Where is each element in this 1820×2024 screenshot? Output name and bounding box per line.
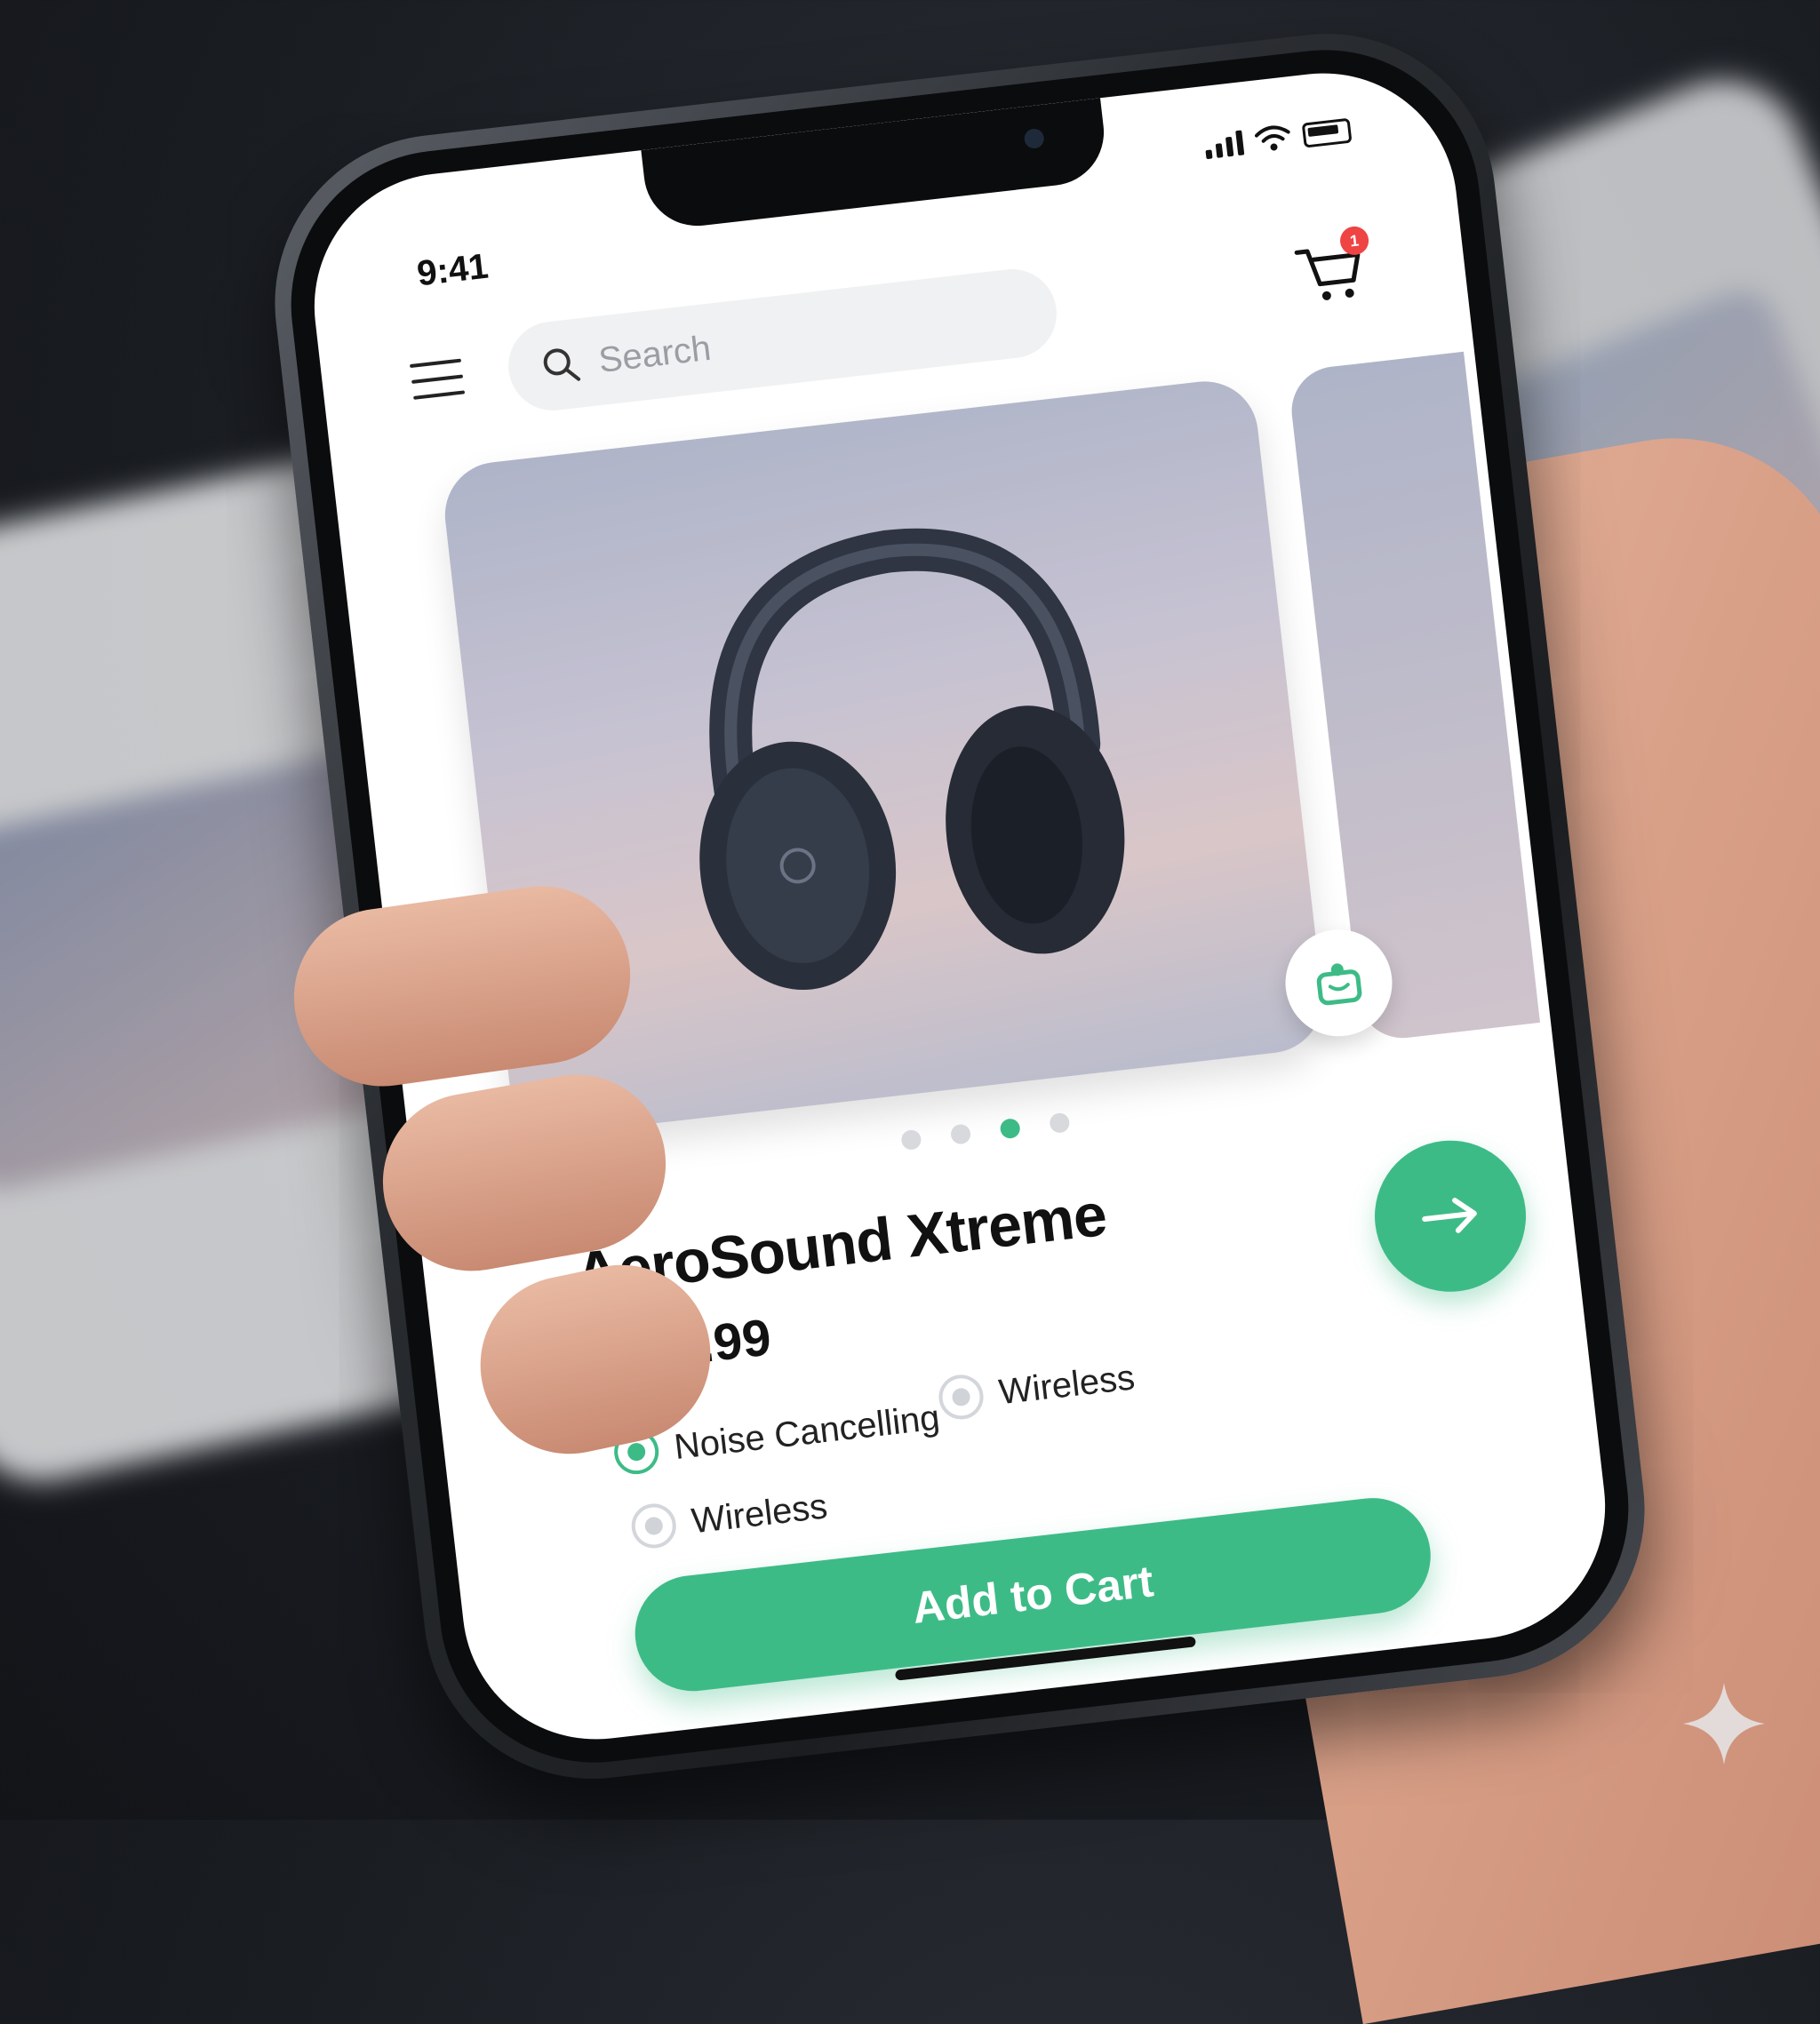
search-icon	[543, 348, 581, 381]
option-wireless[interactable]: Wireless	[936, 1355, 1138, 1422]
carousel-dot[interactable]	[900, 1128, 922, 1151]
bag-icon	[1316, 963, 1362, 1006]
search-input[interactable]: Search	[503, 264, 1062, 416]
status-icons	[1203, 116, 1353, 160]
option-wireless-2[interactable]: Wireless	[629, 1484, 830, 1551]
option-label: Wireless	[689, 1486, 830, 1541]
headphones-image	[699, 528, 1125, 991]
front-camera	[1023, 127, 1045, 150]
arrow-right-icon	[1422, 1198, 1477, 1233]
cart-button[interactable]: 1	[1292, 225, 1370, 308]
sparkle-icon	[1683, 1683, 1765, 1765]
radio-button[interactable]	[936, 1372, 986, 1422]
next-button[interactable]	[1366, 1132, 1535, 1300]
radio-button[interactable]	[629, 1501, 679, 1551]
carousel-dot[interactable]	[999, 1118, 1021, 1140]
menu-icon[interactable]	[409, 358, 466, 400]
option-label: Wireless	[996, 1357, 1138, 1412]
search-placeholder: Search	[596, 328, 714, 380]
carousel-dot[interactable]	[1049, 1112, 1071, 1135]
status-time: 9:41	[415, 246, 491, 294]
signal-icon	[1203, 128, 1245, 160]
carousel-dot[interactable]	[949, 1123, 972, 1145]
battery-icon	[1301, 117, 1353, 148]
wifi-icon	[1254, 125, 1290, 151]
option-label: Noise Cancelling	[672, 1397, 942, 1467]
